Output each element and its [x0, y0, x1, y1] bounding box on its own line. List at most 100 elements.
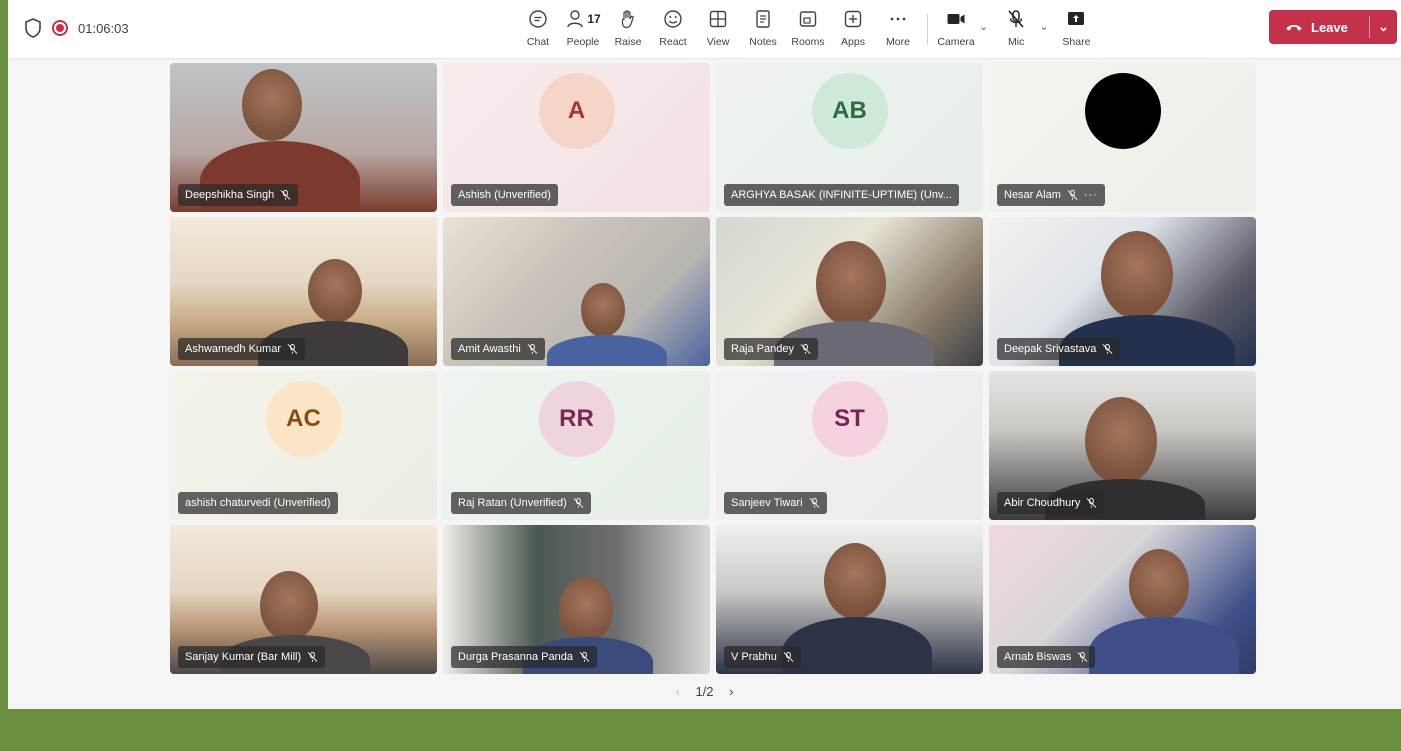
shield-icon[interactable] — [24, 18, 42, 38]
participant-name: Deepshikha Singh — [185, 189, 275, 201]
add-apps-icon — [844, 10, 862, 28]
people-count: 17 — [587, 12, 601, 26]
participant-nameplate: Abir Choudhury — [997, 492, 1105, 514]
people-icon — [567, 10, 584, 28]
share-icon — [1068, 12, 1085, 25]
chat-button[interactable]: Chat — [518, 8, 558, 48]
camera-options-chevron-icon[interactable]: ⌄ — [979, 20, 988, 33]
participant-tile[interactable]: A Ashish (Unverified) — [443, 63, 710, 212]
participant-tile[interactable]: AB ARGHYA BASAK (INFINITE-UPTIME) (Unv..… — [716, 63, 983, 212]
participant-tile[interactable]: RR Raj Ratan (Unverified) — [443, 371, 710, 520]
camera-icon — [947, 14, 965, 24]
participant-more-icon[interactable]: ··· — [1084, 189, 1098, 201]
mic-muted-icon — [1102, 343, 1113, 354]
participant-tile[interactable]: AC ashish chaturvedi (Unverified) — [170, 371, 437, 520]
chat-label: Chat — [526, 36, 550, 48]
participant-tile[interactable]: Deepshikha Singh — [170, 63, 437, 212]
participant-nameplate: Deepshikha Singh — [178, 184, 299, 206]
participant-tile[interactable]: Sanjay Kumar (Bar Mill) — [170, 525, 437, 674]
participant-nameplate: Arnab Biswas — [997, 646, 1096, 668]
notes-button[interactable]: Notes — [743, 8, 783, 48]
mic-muted-icon — [1077, 651, 1088, 662]
smiley-icon — [664, 10, 682, 28]
participant-nameplate: Durga Prasanna Panda — [451, 646, 597, 668]
meeting-timer: 01:06:03 — [78, 20, 129, 36]
share-label: Share — [1062, 36, 1091, 48]
next-page-icon[interactable]: › — [729, 684, 733, 699]
participant-tile[interactable]: Deepak Srivastava — [989, 217, 1256, 366]
mic-muted-icon — [1067, 189, 1078, 200]
participant-nameplate: Deepak Srivastava — [997, 338, 1121, 360]
avatar: AB — [811, 73, 888, 149]
participant-tile[interactable]: Durga Prasanna Panda — [443, 525, 710, 674]
mic-muted-icon — [287, 343, 298, 354]
mic-muted-icon — [800, 343, 811, 354]
hand-icon — [621, 10, 634, 29]
recording-icon — [52, 20, 68, 36]
participant-tile[interactable]: Amit Awasthi — [443, 217, 710, 366]
participant-name: Ashwamedh Kumar — [185, 343, 281, 355]
mic-muted-icon — [1087, 497, 1097, 508]
participant-name: Durga Prasanna Panda — [458, 651, 573, 663]
chat-icon — [529, 10, 547, 28]
view-button[interactable]: View — [698, 8, 738, 48]
participant-tile[interactable]: V Prabhu — [716, 525, 983, 674]
avatar: A — [538, 73, 615, 149]
participant-nameplate: ARGHYA BASAK (INFINITE-UPTIME) (Unv... — [724, 184, 959, 206]
page-indicator: 1/2 — [695, 684, 714, 699]
participant-tile[interactable]: Raja Pandey — [716, 217, 983, 366]
people-button[interactable]: 17 People — [563, 8, 603, 48]
leave-options-chevron-icon[interactable]: ⌄ — [1370, 19, 1397, 35]
mic-label: Mic — [1008, 36, 1025, 48]
participant-nameplate: Nesar Alam ··· — [997, 184, 1105, 206]
mic-button[interactable]: Mic — [996, 8, 1036, 48]
video-grid: Deepshikha Singh A Ashish (Unverified) A… — [170, 63, 1256, 674]
participant-nameplate: Sanjeev Tiwari — [724, 492, 827, 514]
toolbar-divider — [927, 14, 928, 44]
participant-name: Ashish (Unverified) — [458, 189, 551, 201]
notes-label: Notes — [749, 36, 777, 48]
participant-name: ashish chaturvedi (Unverified) — [185, 497, 331, 509]
camera-button[interactable]: Camera — [936, 8, 976, 48]
notes-icon — [756, 10, 770, 28]
react-button[interactable]: React — [653, 8, 693, 48]
grid-view-icon — [709, 10, 727, 28]
participant-nameplate: Sanjay Kumar (Bar Mill) — [178, 646, 326, 668]
participant-tile[interactable]: Nesar Alam ··· — [989, 63, 1256, 212]
mic-muted-icon — [573, 497, 584, 508]
rooms-button[interactable]: Rooms — [788, 8, 828, 48]
leave-label: Leave — [1311, 19, 1348, 35]
participant-name: Sanjay Kumar (Bar Mill) — [185, 651, 302, 663]
participant-nameplate: Ashwamedh Kumar — [178, 338, 305, 360]
participant-tile[interactable]: ST Sanjeev Tiwari — [716, 371, 983, 520]
participant-nameplate: V Prabhu — [724, 646, 801, 668]
participant-tile[interactable]: Abir Choudhury — [989, 371, 1256, 520]
mic-muted-icon — [579, 651, 590, 662]
camera-label: Camera — [937, 36, 975, 48]
meeting-toolbar: 01:06:03 Chat 17 People Raise React View — [8, 0, 1401, 59]
participant-tile[interactable]: Arnab Biswas — [989, 525, 1256, 674]
participant-nameplate: Amit Awasthi — [451, 338, 545, 360]
mic-options-chevron-icon[interactable]: ⌄ — [1039, 20, 1048, 33]
avatar: RR — [538, 381, 615, 457]
rooms-label: Rooms — [791, 36, 825, 48]
more-icon — [890, 17, 906, 21]
mic-muted-icon — [280, 189, 291, 200]
participant-name: Sanjeev Tiwari — [731, 497, 803, 509]
more-button[interactable]: More — [878, 8, 918, 48]
participant-nameplate: Ashish (Unverified) — [451, 184, 558, 206]
leave-button[interactable]: Leave ⌄ — [1269, 10, 1397, 44]
participant-nameplate: Raja Pandey — [724, 338, 818, 360]
apps-button[interactable]: Apps — [833, 8, 873, 48]
avatar: AC — [265, 381, 342, 457]
raise-label: Raise — [614, 36, 642, 48]
rooms-icon — [799, 11, 817, 27]
previous-page-icon[interactable]: ‹ — [675, 684, 679, 699]
raise-hand-button[interactable]: Raise — [608, 8, 648, 48]
avatar: ST — [811, 381, 888, 457]
participant-name: Amit Awasthi — [458, 343, 521, 355]
participant-tile[interactable]: Ashwamedh Kumar — [170, 217, 437, 366]
share-button[interactable]: Share — [1056, 8, 1096, 48]
mic-muted-icon — [1008, 10, 1024, 28]
meeting-window: 01:06:03 Chat 17 People Raise React View — [8, 0, 1401, 709]
